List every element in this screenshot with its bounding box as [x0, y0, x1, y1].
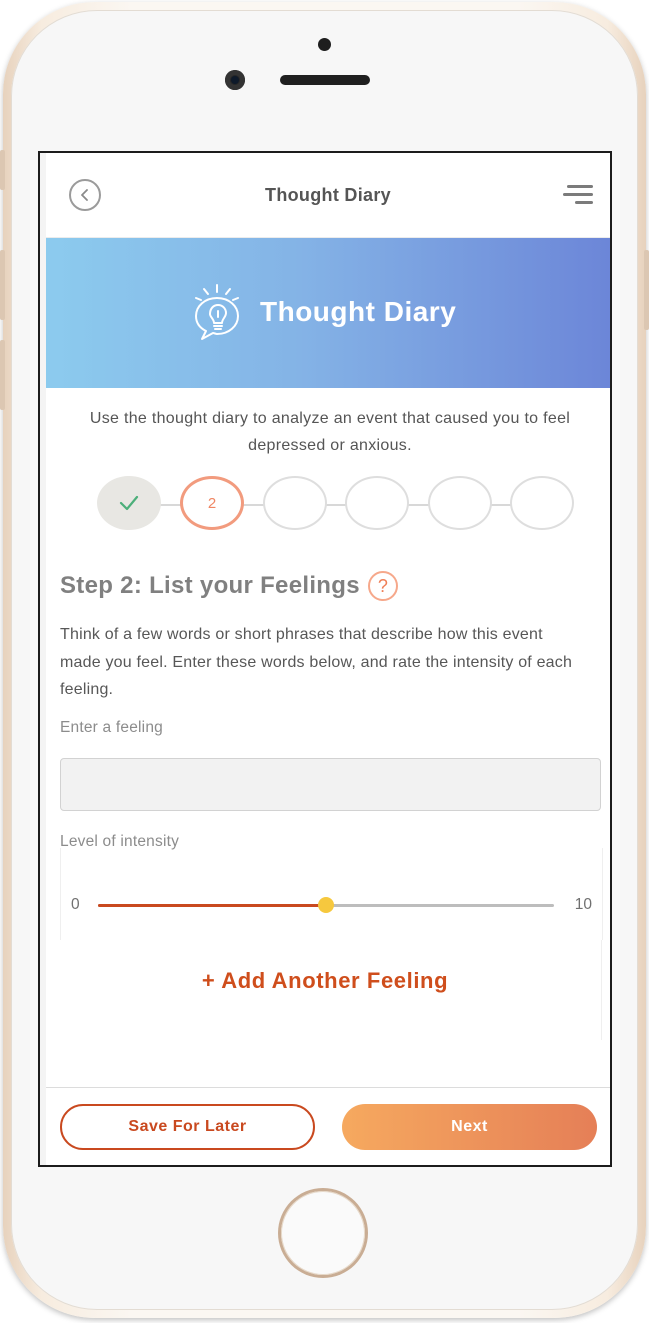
phone-side-button: [0, 150, 5, 190]
step-description: Think of a few words or short phrases th…: [60, 626, 573, 698]
slider-max-label: 10: [574, 896, 592, 913]
feeling-label: Enter a feeling: [60, 719, 163, 736]
step-indicator-4: [345, 476, 409, 530]
hamburger-menu-icon: [567, 185, 593, 188]
step-indicator-1: [97, 476, 161, 530]
step-indicator-3: [263, 476, 327, 530]
intro-text: Use the thought diary to analyze an even…: [89, 410, 571, 454]
save-for-later-button[interactable]: Save For Later: [60, 1104, 315, 1150]
step-indicator-6: [510, 476, 574, 530]
phone-side-button: [0, 340, 5, 410]
hero-title: Thought Diary: [260, 296, 457, 327]
hamburger-menu-icon: [575, 201, 593, 204]
app-view: Thought Diary Thought Diary Use the thou…: [40, 153, 610, 1165]
step-heading: Step 2: List your Feelings ?: [60, 571, 398, 601]
step-title: Step 2: List your Feelings: [60, 572, 360, 599]
step-progress: 2: [97, 475, 577, 535]
lightbulb-speech-bubble-icon: [195, 284, 239, 340]
earpiece-speaker: [280, 75, 370, 85]
slider-min-label: 0: [71, 896, 80, 913]
intensity-slider-container: 0 10: [60, 848, 603, 940]
top-nav-bar: Thought Diary: [46, 153, 610, 238]
menu-button[interactable]: [563, 183, 593, 207]
page-title: Thought Diary: [265, 185, 391, 205]
hamburger-menu-icon: [563, 193, 593, 196]
hero-content: Thought Diary: [188, 281, 456, 343]
phone-screen: Thought Diary Thought Diary Use the thou…: [38, 151, 612, 1167]
proximity-sensor: [318, 38, 331, 51]
hero-curve: [46, 353, 610, 387]
bottom-action-bar: Save For Later Next: [46, 1087, 610, 1165]
help-icon[interactable]: ?: [367, 571, 398, 601]
step-indicator-2: 2: [180, 476, 244, 530]
phone-side-button: [0, 250, 5, 320]
checkmark-icon: [119, 495, 139, 511]
feeling-input[interactable]: [60, 758, 601, 811]
intensity-slider[interactable]: [98, 897, 554, 913]
add-feeling-button[interactable]: + Add Another Feeling: [40, 968, 610, 994]
slider-fill: [98, 904, 326, 907]
phone-side-button: [644, 250, 649, 330]
front-camera: [225, 70, 245, 90]
slider-thumb[interactable]: [318, 897, 334, 913]
next-button[interactable]: Next: [342, 1104, 597, 1150]
step-indicator-5: [428, 476, 492, 530]
home-button[interactable]: [281, 1191, 365, 1275]
